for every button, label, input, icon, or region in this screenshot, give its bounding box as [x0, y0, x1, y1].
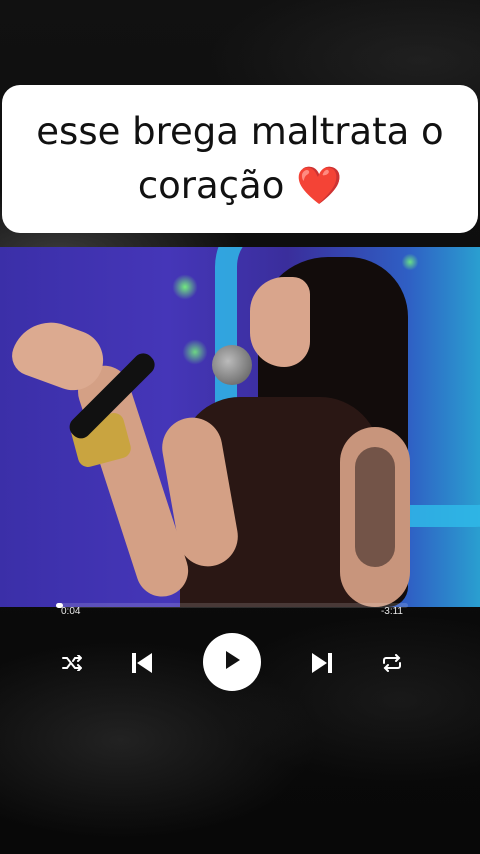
caption-line: esse brega maltrata o coração	[36, 110, 444, 207]
elapsed-time: 0:04	[61, 606, 81, 617]
player-controls	[0, 633, 480, 693]
repeat-button[interactable]	[362, 633, 422, 693]
shuffle-icon	[62, 655, 82, 671]
video-frame[interactable]	[0, 247, 480, 607]
play-button[interactable]	[203, 633, 261, 691]
progress-track	[56, 603, 408, 608]
next-icon	[311, 652, 333, 674]
microphone-icon	[212, 345, 252, 385]
repeat-icon	[381, 654, 403, 672]
caption-box: esse brega maltrata o coração ❤️	[2, 85, 478, 233]
play-icon	[223, 650, 241, 675]
heart-emoji-icon: ❤️	[296, 164, 343, 207]
previous-icon	[131, 652, 153, 674]
remaining-time: -3:11	[380, 606, 403, 617]
previous-button[interactable]	[112, 633, 172, 693]
shuffle-button[interactable]	[42, 633, 102, 693]
singer-face	[250, 277, 310, 367]
caption-text: esse brega maltrata o coração ❤️	[18, 105, 462, 213]
tattoo	[355, 447, 395, 567]
progress-bar[interactable]	[56, 603, 408, 608]
next-button[interactable]	[292, 633, 352, 693]
